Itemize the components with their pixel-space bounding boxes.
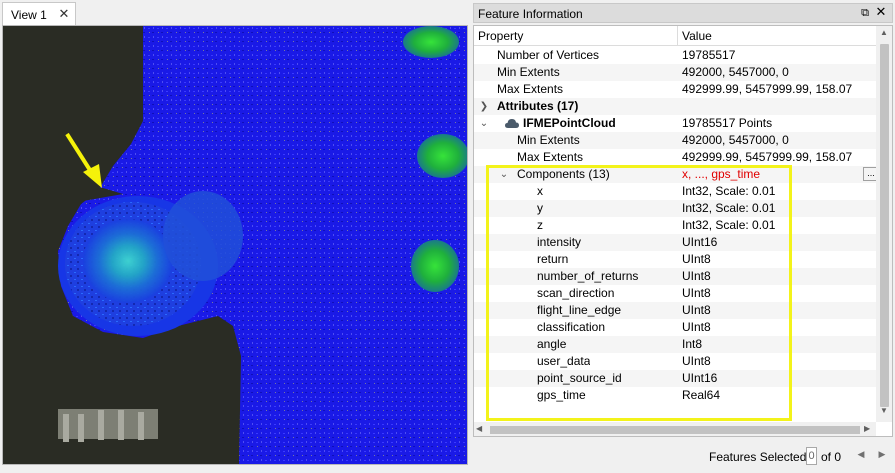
scrollbar-thumb[interactable] xyxy=(490,426,860,434)
component-row[interactable]: gps_time Real64 xyxy=(474,387,876,404)
cloud-icon xyxy=(505,119,519,128)
property-cell: Min Extents xyxy=(517,133,580,147)
value-cell: UInt16 xyxy=(682,371,718,385)
property-cell: flight_line_edge xyxy=(537,303,622,317)
value-cell: 492999.99, 5457999.99, 158.07 xyxy=(682,150,853,164)
property-cell: Components (13) xyxy=(517,167,610,181)
value-cell: UInt8 xyxy=(682,354,711,368)
value-cell: UInt16 xyxy=(682,235,718,249)
arrow-right-icon[interactable]: ▶ xyxy=(875,449,889,463)
property-cell: Attributes (17) xyxy=(497,99,579,113)
table-header: Property Value xyxy=(474,26,876,46)
property-cell: user_data xyxy=(537,354,591,368)
property-cell: Max Extents xyxy=(497,82,564,96)
features-total-label: of 0 xyxy=(821,450,842,464)
float-icon[interactable]: ⧉ xyxy=(858,6,872,20)
chevron-down-icon[interactable]: ⌄ xyxy=(499,166,509,183)
table-row[interactable]: Max Extents 492999.99, 5457999.99, 158.0… xyxy=(474,81,876,98)
arrow-left-icon[interactable]: ◀ xyxy=(854,449,868,463)
value-cell: 492000, 5457000, 0 xyxy=(682,133,789,147)
attributes-group-row[interactable]: ❯ Attributes (17) xyxy=(474,98,876,115)
component-row[interactable]: angle Int8 xyxy=(474,336,876,353)
component-row[interactable]: scan_direction UInt8 xyxy=(474,285,876,302)
column-header-value[interactable]: Value xyxy=(678,26,876,46)
scroll-down-icon[interactable]: ▼ xyxy=(876,406,892,420)
features-selected-input[interactable]: 0 xyxy=(806,447,817,465)
value-cell: Int32, Scale: 0.01 xyxy=(682,184,776,198)
scroll-right-icon[interactable]: ▶ xyxy=(864,424,876,436)
property-cell: IFMEPointCloud xyxy=(523,116,616,130)
close-icon[interactable]: ✕ xyxy=(57,7,71,21)
property-cell: Number of Vertices xyxy=(497,48,600,62)
features-selected-label: Features Selected: xyxy=(709,450,810,464)
scroll-left-icon[interactable]: ◀ xyxy=(476,424,488,436)
property-cell: Max Extents xyxy=(517,150,584,164)
components-group-row[interactable]: ⌄ Components (13) x, ..., gps_time ... xyxy=(474,166,879,183)
table-row[interactable]: Number of Vertices 19785517 xyxy=(474,47,876,64)
chevron-right-icon[interactable]: ❯ xyxy=(479,98,489,115)
point-cloud-view[interactable] xyxy=(3,26,467,464)
pointcloud-group-row[interactable]: ⌄ IFMEPointCloud 19785517 Points xyxy=(474,115,876,132)
table-row[interactable]: Min Extents 492000, 5457000, 0 xyxy=(474,64,876,81)
value-cell: UInt8 xyxy=(682,320,711,334)
panel-titlebar: Feature Information ⧉ ✕ xyxy=(473,3,893,23)
component-row[interactable]: number_of_returns UInt8 xyxy=(474,268,876,285)
value-cell: Int32, Scale: 0.01 xyxy=(682,218,776,232)
feature-info-table: Property Value Number of Vertices 197855… xyxy=(473,25,893,437)
component-row[interactable]: user_data UInt8 xyxy=(474,353,876,370)
value-cell: 492999.99, 5457999.99, 158.07 xyxy=(682,82,853,96)
property-cell: scan_direction xyxy=(537,286,615,300)
scrollbar-thumb[interactable] xyxy=(880,44,889,407)
property-cell: y xyxy=(537,201,543,215)
app-window: View 1 ✕ Feature Information ⧉ ✕ Propert… xyxy=(0,0,895,473)
tab-view-1-label: View 1 xyxy=(11,8,47,22)
tab-view-1[interactable]: View 1 ✕ xyxy=(2,2,76,26)
component-row[interactable]: classification UInt8 xyxy=(474,319,876,336)
property-cell: classification xyxy=(537,320,606,334)
component-row[interactable]: point_source_id UInt16 xyxy=(474,370,876,387)
table-row[interactable]: Min Extents 492000, 5457000, 0 xyxy=(474,132,876,149)
component-row[interactable]: flight_line_edge UInt8 xyxy=(474,302,876,319)
table-rows: Number of Vertices 19785517 Min Extents … xyxy=(474,47,879,425)
feature-information-panel: Feature Information ⧉ ✕ Property Value N… xyxy=(473,0,895,473)
view-tab-bar: View 1 ✕ xyxy=(0,0,470,26)
value-cell xyxy=(682,98,872,115)
value-cell: UInt8 xyxy=(682,303,711,317)
chevron-down-icon[interactable]: ⌄ xyxy=(479,115,489,132)
horizontal-scrollbar[interactable]: ◀ ▶ xyxy=(474,422,876,436)
component-row[interactable]: x Int32, Scale: 0.01 xyxy=(474,183,876,200)
scroll-up-icon[interactable]: ▲ xyxy=(876,28,892,42)
value-cell: Real64 xyxy=(682,388,721,402)
component-row[interactable]: z Int32, Scale: 0.01 xyxy=(474,217,876,234)
property-cell: x xyxy=(537,184,543,198)
value-cell: Int32, Scale: 0.01 xyxy=(682,201,776,215)
value-cell: 19785517 xyxy=(682,48,736,62)
property-cell: Min Extents xyxy=(497,65,560,79)
value-cell: Int8 xyxy=(682,337,703,351)
table-row[interactable]: Max Extents 492999.99, 5457999.99, 158.0… xyxy=(474,149,876,166)
value-cell: x, ..., gps_time xyxy=(682,167,761,181)
point-cloud-render xyxy=(3,26,467,464)
property-cell: z xyxy=(537,218,543,232)
status-bar: Features Selected: 0 of 0 ◀ ▶ xyxy=(473,443,893,469)
value-cell: 19785517 Points xyxy=(682,116,773,130)
vertical-scrollbar[interactable]: ▲ ▼ xyxy=(876,26,892,422)
value-cell: UInt8 xyxy=(682,269,711,283)
property-cell: gps_time xyxy=(537,388,586,402)
component-row[interactable]: intensity UInt16 xyxy=(474,234,876,251)
column-header-property[interactable]: Property xyxy=(474,26,678,46)
value-cell: UInt8 xyxy=(682,252,711,266)
property-cell: intensity xyxy=(537,235,582,249)
property-cell: return xyxy=(537,252,569,266)
component-row[interactable]: y Int32, Scale: 0.01 xyxy=(474,200,876,217)
property-cell: number_of_returns xyxy=(537,269,639,283)
component-row[interactable]: return UInt8 xyxy=(474,251,876,268)
property-cell: point_source_id xyxy=(537,371,622,385)
value-cell: UInt8 xyxy=(682,286,711,300)
value-cell: 492000, 5457000, 0 xyxy=(682,65,789,79)
property-cell: angle xyxy=(537,337,567,351)
panel-title: Feature Information xyxy=(478,7,583,21)
close-icon[interactable]: ✕ xyxy=(874,5,888,19)
